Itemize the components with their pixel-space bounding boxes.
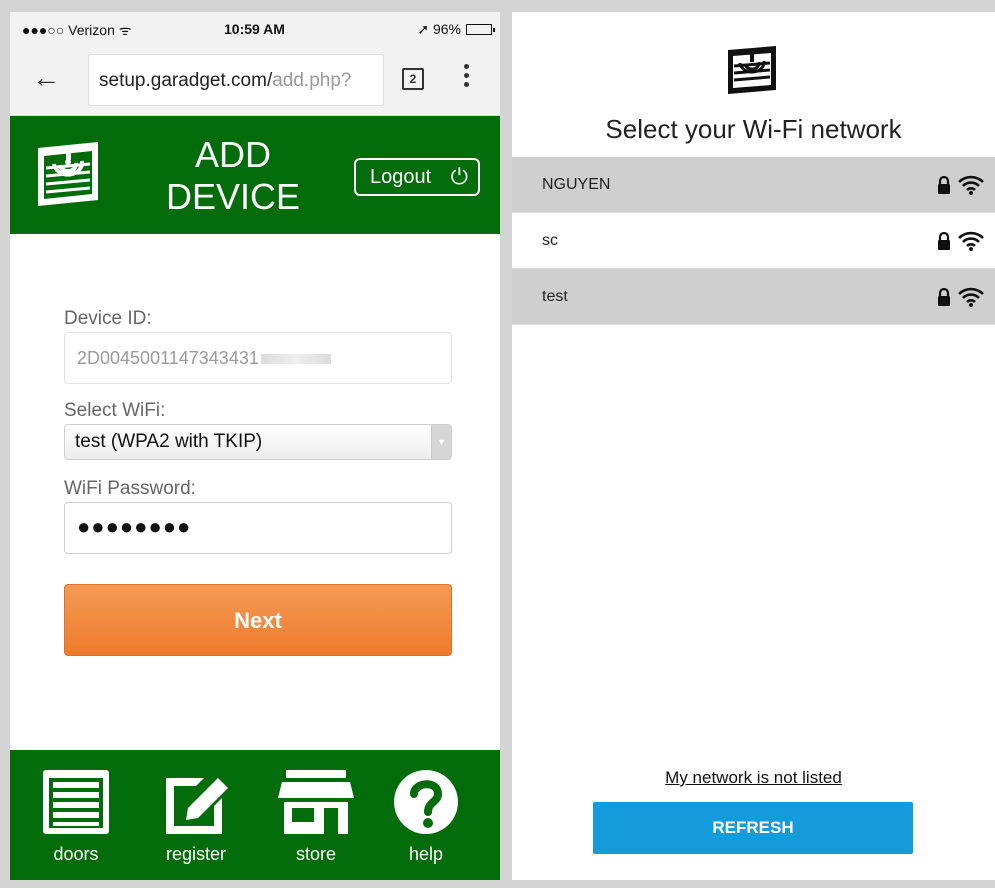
network-not-listed-link[interactable]: My network is not listed: [512, 768, 995, 788]
help-icon: [394, 770, 458, 834]
network-name: NGUYEN: [542, 176, 611, 193]
nav-doors[interactable]: doors: [26, 768, 126, 865]
page-title: Select your Wi-Fi network: [605, 114, 902, 144]
battery-percent: ➚ 96%: [417, 21, 461, 37]
power-icon: ⏻: [450, 164, 468, 189]
garage-door-icon: [43, 770, 109, 834]
battery-icon: [466, 24, 495, 35]
network-name: sc: [542, 232, 558, 249]
carrier-signal: ●●●○○ Verizon ᯤ: [22, 22, 132, 38]
url-host: setup.garadget.com/: [99, 70, 273, 91]
screenshot-root: ●●●○○ Verizon ᯤ 10:59 AM ➚ 96% ← setup.g…: [0, 0, 995, 888]
chevron-down-icon: ▼: [431, 425, 451, 459]
back-arrow-icon[interactable]: ←: [32, 64, 60, 92]
network-item-nguyen[interactable]: NGUYEN: [512, 157, 995, 213]
page-header: ADD DEVICE Logout ⏻: [10, 116, 500, 234]
network-item-test[interactable]: test: [512, 269, 995, 325]
wifi-select[interactable]: test (WPA2 with TKIP) ▼: [64, 424, 452, 460]
lock-icon: [938, 232, 950, 250]
battery-status: ➚ 96%: [417, 21, 495, 38]
network-name: test: [542, 288, 568, 305]
edit-icon: [166, 778, 228, 834]
device-id-field[interactable]: 2D0045001147343431: [64, 332, 452, 384]
bottom-nav: doors register store help: [10, 750, 500, 880]
nav-store[interactable]: store: [266, 768, 366, 865]
page-title: ADD DEVICE: [165, 134, 301, 217]
add-device-form: Device ID: 2D0045001147343431 Select WiF…: [10, 234, 500, 750]
nav-help-label: help: [408, 844, 444, 864]
network-list: NGUYEN sc test: [512, 157, 995, 325]
url-field[interactable]: setup.garadget.com/add.php?: [88, 54, 384, 106]
device-id-label: Device ID:: [64, 308, 152, 329]
nav-store-label: store: [295, 844, 337, 864]
wifi-selected-value: test (WPA2 with TKIP): [75, 431, 263, 452]
url-path: add.php?: [272, 70, 352, 91]
redacted-blur: [260, 354, 331, 365]
garadget-logo-icon: [38, 142, 98, 206]
lock-icon: [938, 176, 950, 194]
browser-toolbar: ← setup.garadget.com/add.php? 2: [10, 44, 500, 116]
device-id-value: 2D0045001147343431: [77, 348, 259, 368]
nav-register[interactable]: register: [146, 768, 246, 865]
select-wifi-label: Select WiFi:: [64, 400, 166, 421]
nav-help[interactable]: help: [376, 768, 476, 865]
next-button[interactable]: Next: [64, 584, 452, 656]
store-icon: [278, 770, 354, 834]
wifi-signal-icon: [958, 231, 984, 251]
wifi-password-field[interactable]: ●●●●●●●●: [64, 502, 452, 554]
overflow-menu-icon[interactable]: [464, 64, 472, 91]
wifi-signal-icon: [958, 175, 984, 195]
refresh-button[interactable]: REFRESH: [593, 802, 913, 854]
tab-switcher-button[interactable]: 2: [402, 68, 424, 90]
garadget-web-phone: ●●●○○ Verizon ᯤ 10:59 AM ➚ 96% ← setup.g…: [10, 12, 500, 880]
status-bar: ●●●○○ Verizon ᯤ 10:59 AM ➚ 96%: [10, 12, 500, 44]
wifi-select-phone: Select your Wi-Fi network NGUYEN sc test: [512, 12, 995, 880]
lock-icon: [938, 288, 950, 306]
garadget-logo-icon: [728, 46, 776, 94]
wifi-password-label: WiFi Password:: [64, 478, 196, 499]
logout-label: Logout: [370, 166, 432, 188]
nav-doors-label: doors: [53, 844, 99, 864]
nav-register-label: register: [165, 844, 227, 864]
status-time: 10:59 AM: [224, 21, 285, 37]
network-item-sc[interactable]: sc: [512, 213, 995, 269]
wifi-signal-icon: [958, 287, 984, 307]
logout-button[interactable]: Logout ⏻: [354, 158, 480, 196]
